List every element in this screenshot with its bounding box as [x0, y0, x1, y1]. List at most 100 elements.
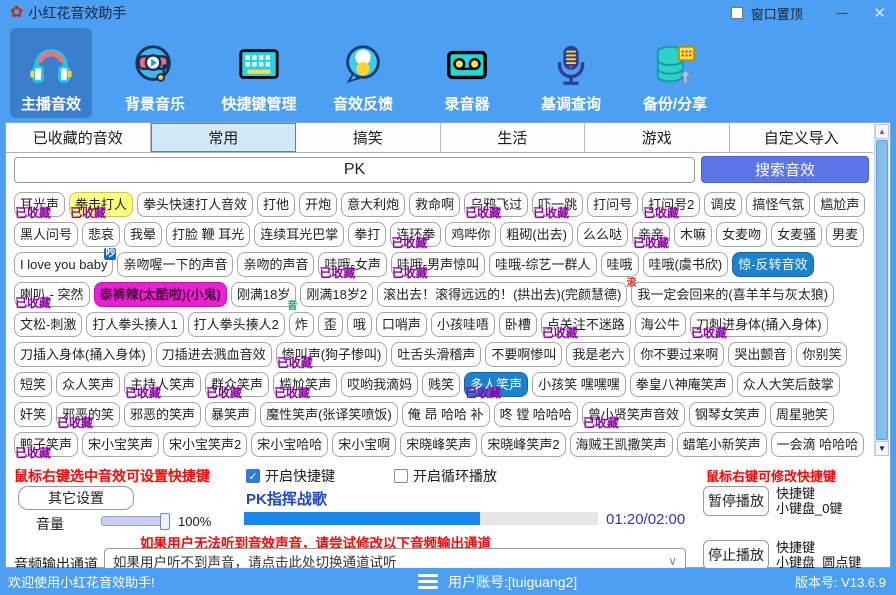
sound-effect-button[interactable]: 你不要过来啊 [634, 342, 724, 367]
sound-effect-button[interactable]: 宋晓峰笑声2 [481, 432, 565, 457]
sound-effect-button[interactable]: 搞怪气氛 [746, 192, 810, 217]
sound-effect-button[interactable]: 打人拳头揍人2 [188, 312, 285, 337]
sound-effect-button[interactable]: 救命啊 [409, 192, 460, 217]
sound-effect-button[interactable]: 点关注不迷路已收藏 [541, 312, 631, 337]
sound-effect-button[interactable]: 泰裤辣(太酷啦)(小鬼) [94, 282, 227, 307]
sound-effect-button[interactable]: 鸭子笑声已收藏 [14, 432, 78, 457]
sound-effect-button[interactable]: 么么哒 [577, 222, 628, 247]
tab-4[interactable]: 生活 [441, 123, 586, 152]
sound-effect-button[interactable]: 卧槽 [499, 312, 537, 337]
sound-effect-button[interactable]: 魔性笑声(张译笑喷饭) [260, 402, 398, 427]
pin-window-checkbox[interactable] [731, 7, 743, 19]
sound-effect-button[interactable]: 打问号2已收藏 [642, 192, 700, 217]
sound-effect-button[interactable]: 海贼王凯撒笑声 [570, 432, 673, 457]
minimize-button[interactable]: ─ [837, 5, 848, 22]
sound-effect-button[interactable]: 打脸 鞭 耳光 [166, 222, 250, 247]
sound-effect-button[interactable]: 多人笑声已收藏 [464, 372, 528, 397]
sound-effect-button[interactable]: 哭出颤音 [728, 342, 792, 367]
sound-effect-button[interactable]: 木嘛 [674, 222, 712, 247]
search-input[interactable] [14, 157, 695, 183]
toolbar-item-recorder[interactable]: 录音器 [426, 28, 508, 118]
sound-effect-button[interactable]: 我是老六 [566, 342, 630, 367]
enable-hotkey-checkbox[interactable]: ✓ 开启快捷键 [246, 466, 335, 486]
sound-effect-button[interactable]: 惊-反转音效 [732, 252, 813, 277]
sound-effect-button[interactable]: 哇哦-综艺一群人 [489, 252, 596, 277]
sound-effect-button[interactable]: 吐舌头滑稽声 [391, 342, 481, 367]
sound-effect-button[interactable]: 男麦 [826, 222, 864, 247]
sound-effect-button[interactable]: 滚出去！滚得远远的！(拱出去)(完颜慧德) [377, 282, 627, 307]
sound-effect-button[interactable]: 曾小贤笑声音效已收藏 [582, 402, 685, 427]
menu-icon[interactable] [418, 574, 438, 589]
tab-1[interactable]: 已收藏的音效 [6, 123, 151, 152]
sound-effect-button[interactable]: 哇哦 [601, 252, 639, 277]
sound-effect-button[interactable]: 耳光声已收藏 [14, 192, 65, 217]
sound-effect-button[interactable]: 粗砌(出去) [500, 222, 573, 247]
tab-5[interactable]: 游戏 [585, 123, 730, 152]
sound-effect-button[interactable]: 意大利炮 [341, 192, 405, 217]
sound-effect-button[interactable]: 喇叭 - 突然已收藏 [14, 282, 90, 307]
playback-progress-bar[interactable] [244, 512, 598, 525]
sound-effect-button[interactable]: 打人拳头揍人1 [86, 312, 183, 337]
sound-effect-button[interactable]: 拳头快速打人音效 [137, 192, 253, 217]
sound-effect-button[interactable]: 主持人笑声已收藏 [124, 372, 201, 397]
sound-effect-button[interactable]: 连环拳已收藏 [390, 222, 441, 247]
sound-effect-button[interactable]: I love you baby吵 [14, 252, 113, 277]
sound-effect-button[interactable]: 海公牛 [635, 312, 686, 337]
sound-effect-button[interactable]: 黑人问号 [14, 222, 78, 247]
sound-effect-button[interactable]: 蜡笔小新笑声 [677, 432, 767, 457]
sound-effect-button[interactable]: 刀插进去溅血音效 [156, 342, 272, 367]
sound-effect-button[interactable]: 拳皇八神庵笑声 [630, 372, 733, 397]
sound-effect-button[interactable]: 刚满18岁2 [300, 282, 373, 307]
other-settings-button[interactable]: 其它设置 [18, 486, 134, 510]
sound-effect-button[interactable]: 哎哟我滴妈 [341, 372, 418, 397]
sound-effect-button[interactable]: 拳打 [348, 222, 386, 247]
sound-effect-button[interactable]: 哦 [347, 312, 372, 337]
sound-effect-button[interactable]: 开炮 [299, 192, 337, 217]
toolbar-item-backup[interactable]: 备份/分享 [634, 28, 716, 118]
sound-effect-button[interactable]: 宋小宝哈哈 [251, 432, 328, 457]
sound-effect-button[interactable]: 吓一跳已收藏 [532, 192, 583, 217]
sound-effect-button[interactable]: 贱笑 [422, 372, 460, 397]
sound-effect-button[interactable]: 亲吻的声音 [237, 252, 314, 277]
sound-effect-button[interactable]: 亲亲已收藏 [632, 222, 670, 247]
tab-3[interactable]: 搞笑 [296, 123, 441, 152]
sound-effect-button[interactable]: 亲吻喔一下的声音 [117, 252, 233, 277]
sound-effect-button[interactable]: 你别笑 [796, 342, 847, 367]
pause-button[interactable]: 暂停播放 [703, 486, 769, 516]
sound-effect-button[interactable]: 宋小宝啊 [332, 432, 396, 457]
sound-effect-button[interactable]: 女麦骚 [771, 222, 822, 247]
sound-effect-button[interactable]: 文松-刺激 [14, 312, 82, 337]
sound-effect-button[interactable]: 悲哀 [82, 222, 120, 247]
loop-playback-checkbox[interactable]: 开启循环播放 [394, 466, 497, 486]
toolbar-item-music[interactable]: 背景音乐 [114, 28, 196, 118]
sound-effect-button[interactable]: 宋小宝笑声2 [163, 432, 247, 457]
sound-effect-button[interactable]: 钢琴女笑声 [689, 402, 766, 427]
sound-effect-button[interactable]: 歪 [318, 312, 343, 337]
sound-effect-button[interactable]: 拳击打人已收藏 [69, 192, 133, 217]
tab-6[interactable]: 自定义导入 [730, 123, 874, 152]
tab-2[interactable]: 常用 [151, 123, 297, 152]
sound-effect-button[interactable]: 周星驰笑 [770, 402, 834, 427]
sound-effect-button[interactable]: 宋小宝笑声 [82, 432, 159, 457]
sound-effect-button[interactable]: 刀插入身体(捅入身体) [14, 342, 152, 367]
toolbar-item-hotkey[interactable]: 快捷键管理 [218, 28, 300, 118]
scroll-up-icon[interactable]: ▲ [875, 124, 889, 139]
toolbar-item-anchor[interactable]: 主播音效 [10, 28, 92, 118]
sound-effect-button[interactable]: 炸 [289, 312, 314, 337]
volume-slider-thumb[interactable] [160, 513, 170, 530]
sound-effect-button[interactable]: 宋晓峰笑声 [400, 432, 477, 457]
stop-button[interactable]: 停止播放 [703, 540, 769, 570]
sound-effect-button[interactable]: 调皮 [704, 192, 742, 217]
sound-effect-button[interactable]: 不要啊惨叫 [485, 342, 562, 367]
sound-effect-button[interactable]: 口哨声 [376, 312, 427, 337]
close-button[interactable]: ✕ [873, 4, 886, 22]
grid-scrollbar[interactable]: ▲ ▼ [874, 124, 889, 456]
sound-effect-button[interactable]: 我晕 [124, 222, 162, 247]
sound-effect-button[interactable]: 邪恶的笑已收藏 [56, 402, 120, 427]
sound-effect-button[interactable]: 哇哦-男声惊叫已收藏 [391, 252, 485, 277]
sound-effect-button[interactable]: 奸笑 [14, 402, 52, 427]
sound-effect-button[interactable]: 刚满18岁音 [231, 282, 296, 307]
sound-effect-button[interactable]: 乌鸦飞过已收藏 [464, 192, 528, 217]
sound-effect-button[interactable]: 打他 [257, 192, 295, 217]
toolbar-item-pitch[interactable]: 基调查询 [530, 28, 612, 118]
